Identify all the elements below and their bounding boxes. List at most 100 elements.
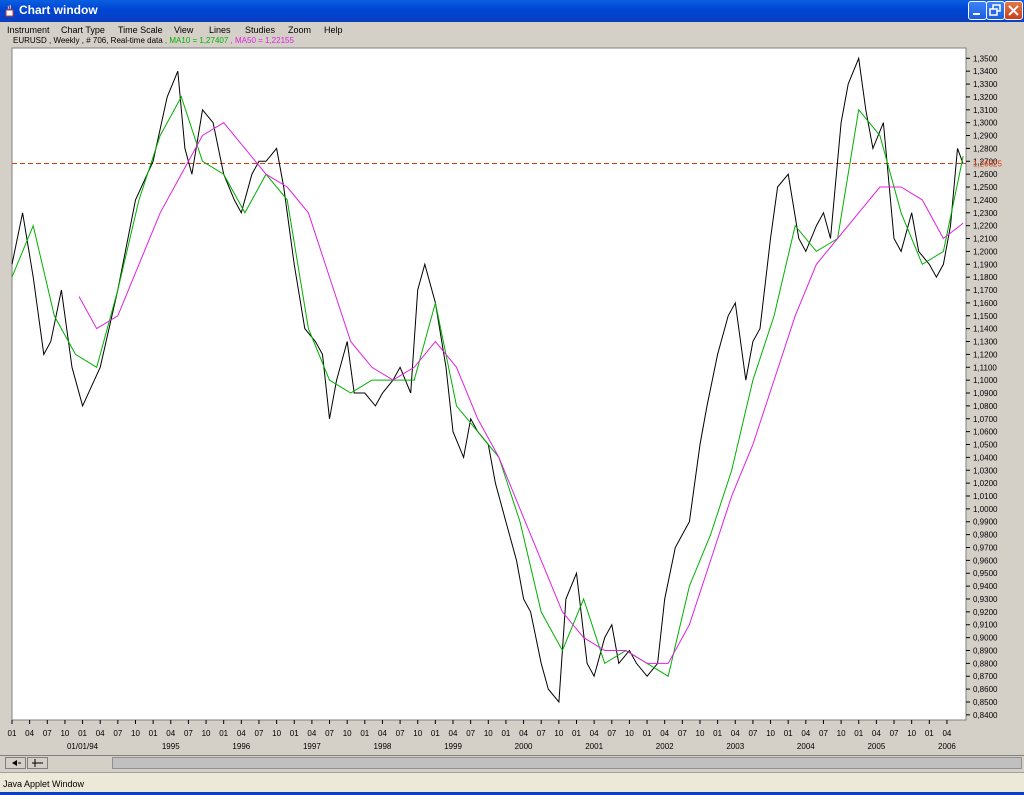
y-tick-label: 0,9100 [973, 621, 998, 630]
year-label: 01/01/94 [67, 742, 99, 751]
restore-icon [989, 4, 1001, 16]
y-tick-label: 1,2800 [973, 144, 998, 153]
menu-chart-type[interactable]: Chart Type [61, 25, 105, 35]
x-tick-label: 01 [643, 729, 652, 738]
menu-view[interactable]: View [174, 25, 193, 35]
x-tick-label: 04 [96, 729, 105, 738]
close-button[interactable] [1004, 1, 1023, 20]
x-tick-label: 07 [537, 729, 546, 738]
y-tick-label: 1,0700 [973, 415, 998, 424]
x-tick-label: 01 [290, 729, 299, 738]
chart-area[interactable]: 1,3500 1,3400 1,3300 1,3200 1,3100 1,3000 1,29… [0, 36, 1024, 754]
minimize-icon [973, 13, 980, 15]
x-tick-label: 01 [854, 729, 863, 738]
menu-studies[interactable]: Studies [245, 25, 275, 35]
minimize-button[interactable] [968, 1, 987, 20]
y-tick-label: 0,8800 [973, 659, 998, 668]
y-tick-label: 1,3200 [973, 93, 998, 102]
menu-bar: Instrument Chart Type Time Scale View Li… [0, 22, 1024, 36]
x-tick-label: 04 [378, 729, 387, 738]
y-tick-label: 1,0000 [973, 505, 998, 514]
window-title: Chart window [19, 3, 98, 17]
x-tick-label: 10 [343, 729, 352, 738]
year-label: 1997 [303, 742, 321, 751]
plot-area [11, 47, 967, 721]
x-tick-label: 04 [237, 729, 246, 738]
menu-zoom[interactable]: Zoom [288, 25, 311, 35]
y-tick-label: 0,8700 [973, 672, 998, 681]
y-tick-label: 1,0100 [973, 492, 998, 501]
restore-button[interactable] [986, 1, 1005, 20]
y-tick-label: 1,1100 [973, 363, 997, 372]
x-tick-label: 07 [184, 729, 193, 738]
x-tick-label: 04 [942, 729, 951, 738]
y-tick-label: 0,9400 [973, 582, 998, 591]
y-tick-label: 1,3500 [973, 54, 998, 63]
x-tick-label: 10 [696, 729, 705, 738]
x-tick-label: 10 [907, 729, 916, 738]
x-tick-label: 07 [43, 729, 52, 738]
x-tick-label: 04 [660, 729, 669, 738]
y-tick-label: 1,0300 [973, 466, 998, 475]
menu-time-scale[interactable]: Time Scale [118, 25, 163, 35]
y-tick-label: 0,9800 [973, 531, 998, 540]
y-tick-label: 1,0200 [973, 479, 998, 488]
year-label: 1995 [162, 742, 180, 751]
year-label: 2006 [938, 742, 956, 751]
x-tick-label: 10 [60, 729, 69, 738]
y-tick-label: 1,1600 [973, 299, 998, 308]
y-tick-label: 0,9000 [973, 634, 998, 643]
y-tick-label: 0,9300 [973, 595, 998, 604]
y-tick-label: 1,2400 [973, 196, 998, 205]
price-chart[interactable]: 1,3500 1,3400 1,3300 1,3200 1,3100 1,3000 1,29… [0, 36, 1024, 754]
y-tick-label: 1,3400 [973, 67, 998, 76]
horizontal-scrollbar[interactable] [0, 755, 1024, 770]
year-label: 2000 [515, 742, 533, 751]
y-tick-label: 1,2900 [973, 132, 998, 141]
x-tick-label: 01 [431, 729, 440, 738]
y-tick-label: 0,9500 [973, 569, 998, 578]
x-tick-label: 07 [607, 729, 616, 738]
year-label: 2004 [797, 742, 815, 751]
x-tick-label: 01 [8, 729, 17, 738]
close-icon [1008, 5, 1019, 16]
x-tick-label: 01 [925, 729, 934, 738]
x-tick-label: 01 [713, 729, 722, 738]
year-label: 2002 [656, 742, 674, 751]
x-tick-label: 10 [484, 729, 493, 738]
year-label: 2005 [867, 742, 885, 751]
x-tick-label: 07 [466, 729, 475, 738]
menu-help[interactable]: Help [324, 25, 343, 35]
x-tick-label: 10 [766, 729, 775, 738]
x-tick-label: 04 [590, 729, 599, 738]
year-label: 1998 [374, 742, 392, 751]
y-tick-label: 0,9900 [973, 518, 998, 527]
x-tick-label: 04 [307, 729, 316, 738]
year-label: 1996 [232, 742, 250, 751]
y-tick-label: 1,2000 [973, 247, 998, 256]
x-tick-label: 07 [678, 729, 687, 738]
x-tick-label: 01 [78, 729, 87, 738]
y-tick-label: 1,2600 [973, 170, 998, 179]
x-tick-label: 04 [519, 729, 528, 738]
x-tick-label: 01 [572, 729, 581, 738]
y-tick-label: 1,3100 [973, 106, 998, 115]
y-tick-label: 0,9700 [973, 543, 998, 552]
scroll-track[interactable] [112, 757, 1022, 769]
scroll-home-button[interactable] [27, 757, 48, 769]
y-tick-label: 1,0500 [973, 441, 998, 450]
java-cup-icon [5, 4, 14, 17]
y-tick-label: 1,1500 [973, 312, 998, 321]
x-tick-label: 10 [554, 729, 563, 738]
x-tick-label: 10 [413, 729, 422, 738]
y-tick-label: 1,1300 [973, 338, 998, 347]
x-tick-label: 01 [360, 729, 369, 738]
menu-lines[interactable]: Lines [209, 25, 231, 35]
menu-instrument[interactable]: Instrument [7, 25, 50, 35]
y-tick-label: 0,8900 [973, 646, 998, 655]
x-tick-label: 07 [396, 729, 405, 738]
status-bar: Java Applet Window [0, 772, 1024, 793]
y-tick-label: 1,3000 [973, 119, 998, 128]
title-bar: Chart window [0, 0, 1024, 22]
scroll-left-button[interactable] [5, 757, 26, 769]
